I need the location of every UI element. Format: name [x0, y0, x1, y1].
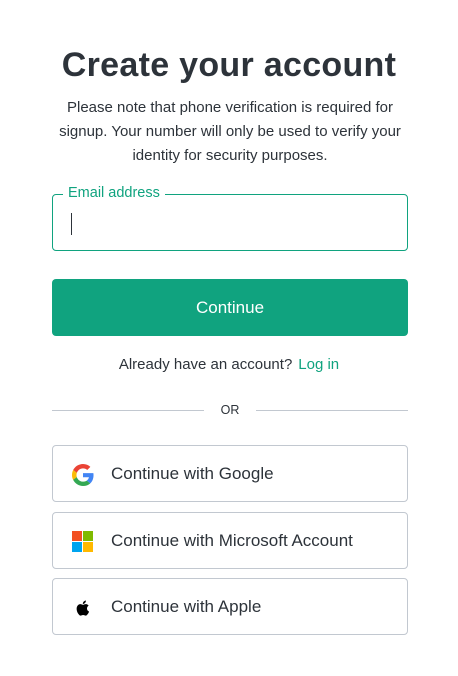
page-title: Create your account [61, 46, 397, 84]
login-link[interactable]: Log in [298, 356, 339, 373]
login-prompt-text: Already have an account? [118, 356, 293, 373]
microsoft-logo-icon [72, 531, 94, 553]
login-prompt-row: Already have an account? Log in [0, 355, 458, 375]
divider-line-right [256, 410, 408, 411]
apple-logo-icon [76, 600, 90, 616]
google-logo-icon [72, 464, 94, 486]
apple-button-label: Continue with Apple [111, 597, 262, 616]
text-cursor [71, 213, 72, 235]
email-input[interactable] [69, 209, 389, 237]
microsoft-button-label: Continue with Microsoft Account [111, 531, 353, 550]
or-divider-label: OR [220, 403, 240, 417]
email-field[interactable]: Email address [52, 184, 408, 251]
divider-line-left [52, 410, 204, 411]
continue-button[interactable]: Continue [52, 279, 408, 336]
email-field-label: Email address [63, 184, 165, 202]
continue-with-apple-button[interactable]: Continue with Apple [52, 578, 408, 635]
continue-with-microsoft-button[interactable]: Continue with Microsoft Account [52, 512, 408, 569]
google-button-label: Continue with Google [111, 464, 274, 483]
page-subtitle: Please note that phone verification is r… [59, 99, 401, 164]
continue-with-google-button[interactable]: Continue with Google [52, 445, 408, 502]
